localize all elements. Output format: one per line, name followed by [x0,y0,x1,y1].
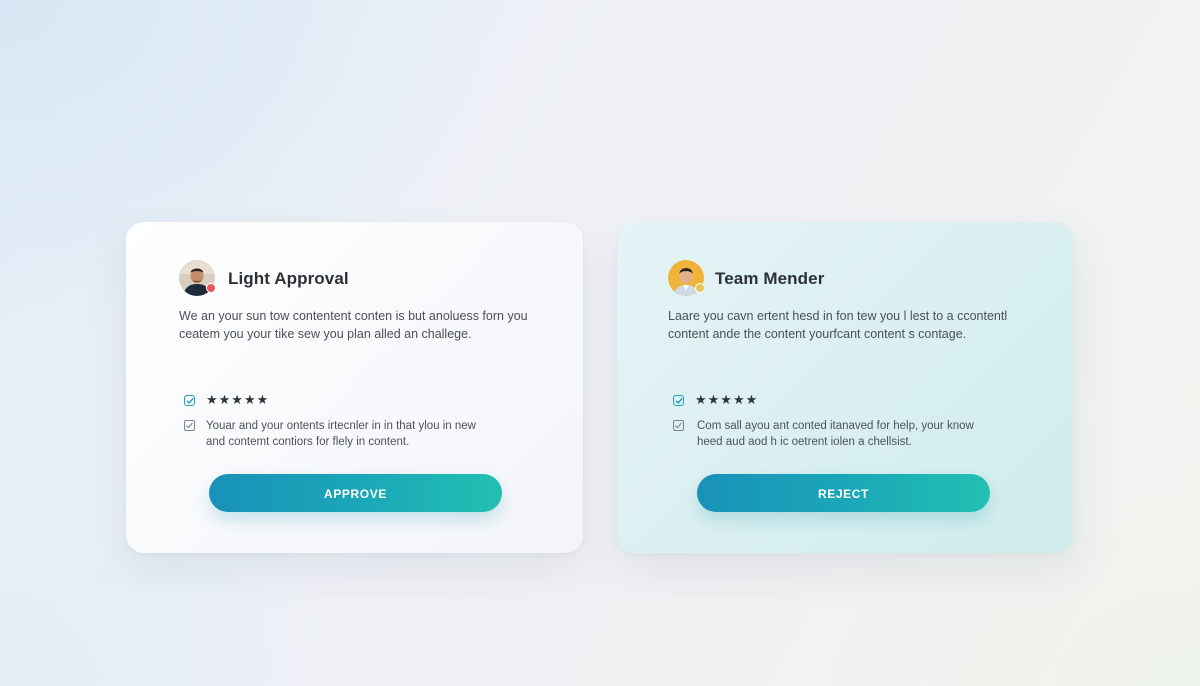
description-line: content ande the content yourfcant conte… [668,327,967,341]
card-title: Team Mender [715,269,825,288]
description-line: We an your sun tow contentent conten is … [179,309,528,323]
note-line: Com sall ayou ant conted itanaved for he… [697,420,974,432]
card-note: Com sall ayou ant conted itanaved for he… [697,418,1037,450]
description-line: ceatem you your tike sew you plan alled … [179,327,472,341]
avatar [179,260,216,296]
status-indicator [206,283,216,293]
description-line: Laare you cavn ertent hesd in fon tew yo… [668,309,1008,323]
star-rating: ★★★★★ [206,393,270,408]
review-card: Team Mender Laare you cavn ertent hesd i… [617,222,1073,553]
note-line: and contemt contiors for flely in conten… [206,436,410,448]
status-indicator [695,283,705,293]
card-note: Youar and your ontents irtecnler in in t… [206,418,546,450]
note-line: heed aud aod h ic oetrent iolen a chells… [697,436,912,448]
star-rating: ★★★★★ [695,393,759,408]
reject-button[interactable]: REJECT [697,474,990,512]
card-description: Laare you cavn ertent hesd in fon tew yo… [668,307,1048,343]
note-line: Youar and your ontents irtecnler in in t… [206,420,476,432]
checkbox-checked-icon[interactable] [673,395,684,406]
checkbox-icon[interactable] [184,420,195,431]
avatar [668,260,705,296]
checkbox-icon[interactable] [673,420,684,431]
card-description: We an your sun tow contentent conten is … [179,307,559,343]
card-title: Light Approval [228,269,349,288]
approval-card: Light Approval We an your sun tow conten… [126,222,583,553]
checkbox-checked-icon[interactable] [184,395,195,406]
approve-button[interactable]: APPROVE [209,474,502,512]
